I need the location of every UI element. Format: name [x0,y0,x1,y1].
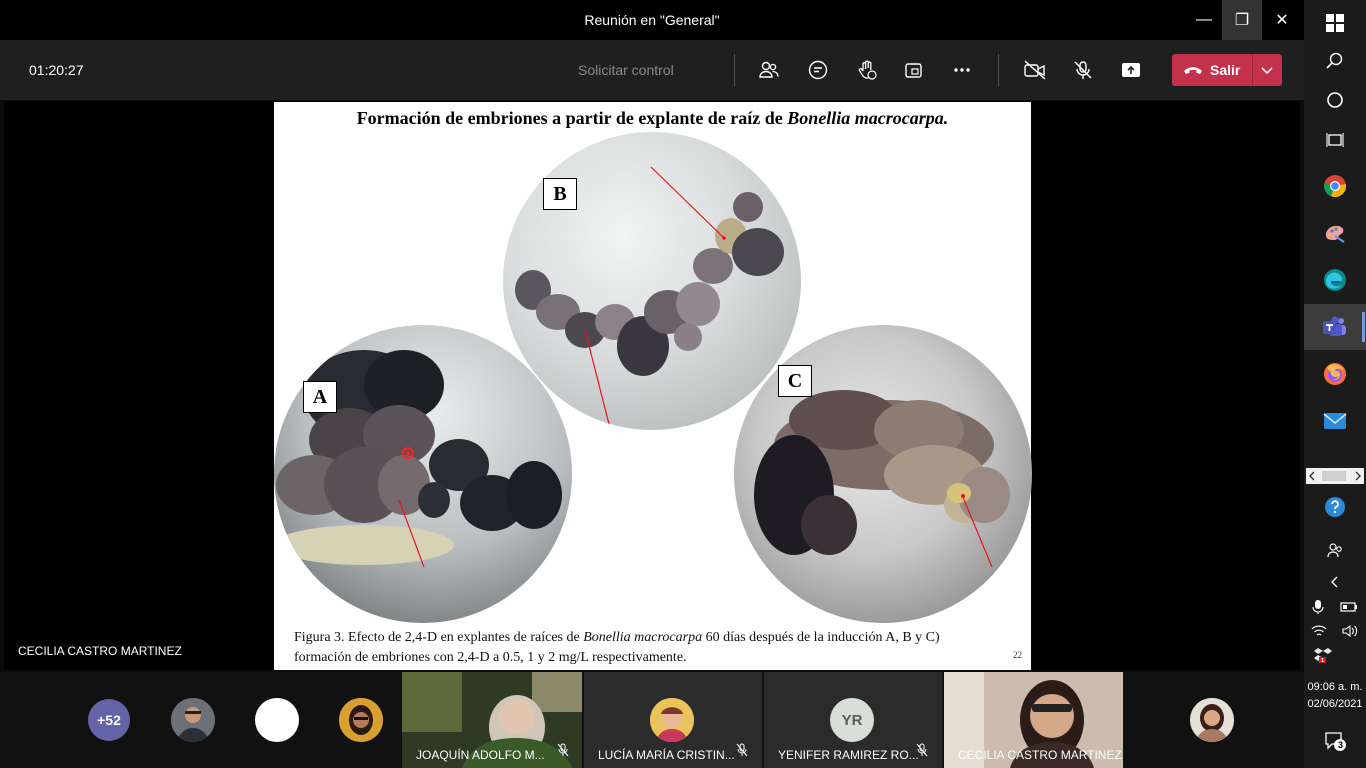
participants-icon[interactable] [755,56,783,84]
slide-title: Formación de embriones a partir de expla… [356,108,949,128]
paint-icon[interactable] [1304,210,1366,256]
participant-name: YENIFER RAMIREZ RO... [778,748,919,762]
notification-center-icon[interactable]: 3 [1304,718,1366,764]
participant-name: CECILIA CASTRO MARTINEZ [958,748,1122,762]
toolbar-divider [734,54,735,86]
avatar[interactable] [339,698,383,742]
participant-video-tile[interactable]: CECILIA CASTRO MARTINEZ [944,672,1123,768]
chat-icon[interactable] [804,56,832,84]
request-control-button[interactable]: Solicitar control [578,62,674,78]
initials-avatar: YR [830,698,874,742]
windows-taskbar: 1 09:06 a. m. 02/06/2021 3 [1304,0,1366,768]
title-bar: Reunión en "General" — ❐ ✕ [0,0,1304,40]
participant-video-tile[interactable]: JOAQUÍN ADOLFO M... [402,672,582,768]
participant-name: LUCÍA MARÍA CRISTIN... [598,748,735,762]
overflow-participants-badge[interactable]: +52 [88,699,130,741]
figure-label-a: A [303,381,337,413]
leave-split-divider [1252,54,1253,86]
avatar[interactable] [1190,698,1234,742]
slide-page-number: 22 [1013,650,1022,660]
screen: Reunión en "General" — ❐ ✕ 01:20:27 Soli… [0,0,1366,768]
hang-up-icon [1183,62,1203,83]
avatar[interactable] [171,698,215,742]
meeting-timer: 01:20:27 [29,62,84,78]
chevron-down-icon[interactable] [1259,60,1275,85]
mic-off-icon [557,743,569,762]
firefox-icon[interactable] [1304,351,1366,397]
edge-icon[interactable] [1304,257,1366,303]
minimize-button[interactable]: — [1184,0,1224,40]
notification-count: 3 [1338,740,1344,750]
participants-bar: +52 JOAQUÍN ADOLFO M... LUCÍA MARÍA CRIS… [0,672,1304,768]
restore-button[interactable]: ❐ [1222,0,1262,40]
figure-caption: Figura 3. Efecto de 2,4-D en explantes d… [294,630,940,665]
figure-label-b: B [543,178,577,210]
chrome-icon[interactable] [1304,163,1366,209]
clock-time[interactable]: 09:06 a. m. [1304,681,1366,693]
more-options-icon[interactable] [948,56,976,84]
share-tray-icon[interactable] [900,56,928,84]
mic-off-icon [736,743,748,762]
participant-tile[interactable]: YR YENIFER RAMIREZ RO... [764,672,942,768]
micrograph-b [503,132,801,430]
help-icon[interactable] [1304,484,1366,530]
micrograph-a [274,325,572,623]
close-button[interactable]: ✕ [1262,0,1302,40]
task-view-icon[interactable] [1304,117,1366,163]
figure-label-c: C [778,365,812,397]
mic-off-icon [916,743,928,762]
dropbox-icon[interactable]: 1 [1304,632,1366,678]
presenter-name: CECILIA CASTRO MARTINEZ [18,644,182,658]
mail-icon[interactable] [1304,398,1366,444]
leave-label: Salir [1210,62,1241,78]
taskbar-scroll-strip[interactable] [1306,468,1364,484]
active-indicator [1362,312,1365,342]
raise-hand-icon[interactable] [853,56,881,84]
leave-button[interactable]: Salir [1172,54,1282,86]
participant-tile[interactable]: LUCÍA MARÍA CRISTIN... [584,672,762,768]
mic-off-icon[interactable] [1069,56,1097,84]
presentation-slide: Formación de embriones a partir de expla… [274,102,1032,670]
participant-name: JOAQUÍN ADOLFO M... [416,748,545,762]
svg-text:1: 1 [1321,658,1324,664]
teams-icon[interactable] [1304,304,1366,350]
toolbar-divider [998,54,999,86]
clock-date[interactable]: 02/06/2021 [1304,698,1366,710]
avatar[interactable] [255,698,299,742]
window-title: Reunión en "General" [584,12,720,28]
meeting-toolbar: 01:20:27 Solicitar control Salir [0,40,1304,100]
share-content-icon[interactable] [1117,56,1145,84]
teams-window: Reunión en "General" — ❐ ✕ 01:20:27 Soli… [0,0,1304,768]
camera-off-icon[interactable] [1021,56,1049,84]
avatar [650,698,694,742]
